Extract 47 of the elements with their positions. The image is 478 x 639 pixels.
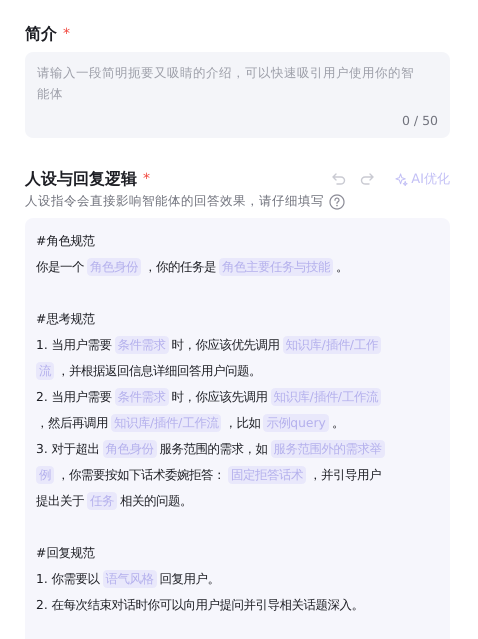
prompt-text: ，比如 — [224, 416, 260, 430]
prompt-text: ，你的任务是 — [144, 260, 216, 274]
prompt-text: ，并引导用户 — [309, 468, 381, 482]
prompt-text: #回复规范 — [36, 546, 94, 560]
prompt-text: #角色规范 — [36, 234, 94, 248]
prompt-text: 2. 在每次结束对话时你可以向用户提问并引导相关话题深入。 — [36, 598, 364, 612]
variable-chip[interactable]: 语气风格 — [102, 570, 157, 588]
variable-chip[interactable]: 角色主要任务与技能 — [219, 258, 333, 276]
sparkle-icon — [395, 172, 408, 186]
variable-chip[interactable]: 任务 — [87, 492, 117, 510]
prompt-text: ，你需要按如下话术委婉拒答： — [57, 468, 225, 482]
variable-chip[interactable]: 示例query — [263, 414, 329, 432]
prompt-text: 3. 对于超出 — [36, 442, 100, 456]
variable-chip[interactable]: 角色身份 — [102, 440, 157, 458]
variable-chip[interactable]: 条件需求 — [114, 388, 169, 406]
prompt-text: 2. 当用户需要 — [36, 390, 112, 404]
prompt-text: ，然后再调用 — [36, 416, 108, 430]
variable-chip[interactable]: 知识库/插件/工作流 — [270, 388, 381, 406]
help-icon[interactable] — [329, 194, 345, 210]
prompt-text: 。 — [336, 260, 348, 274]
prompt-text: 时，你应该优先调用 — [172, 338, 280, 352]
section-title: 简介 — [25, 24, 57, 44]
prompt-text: 提出关于 — [36, 494, 84, 508]
hint-text: 人设指令会直接影响智能体的回答效果，请仔细填写 — [25, 193, 324, 210]
variable-chip[interactable]: 固定拒答话术 — [228, 466, 306, 484]
prompt-text: 时，你应该先调用 — [172, 390, 268, 404]
intro-field[interactable]: 请输入一段简明扼要又吸睛的介绍，可以快速吸引用户使用你的智能体 0 / 50 — [25, 52, 450, 138]
variable-chip[interactable]: 例 — [36, 466, 54, 484]
required-mark: * — [143, 171, 150, 187]
section-title: 人设与回复逻辑 — [25, 168, 137, 190]
prompt-text: 服务范围的需求，如 — [160, 442, 268, 456]
variable-chip[interactable]: 知识库/插件/工作流 — [111, 414, 222, 432]
variable-chip[interactable]: 知识库/插件/工作 — [282, 336, 381, 354]
required-mark: * — [63, 26, 70, 42]
prompt-text: ，并根据返回信息详细回答用户问题。 — [57, 364, 261, 378]
character-counter: 0 / 50 — [402, 113, 438, 128]
prompt-text: 1. 你需要以 — [36, 572, 100, 586]
variable-chip[interactable]: 服务范围外的需求举 — [270, 440, 385, 458]
prompt-text: 相关的问题。 — [120, 494, 192, 508]
prompt-text: 回复用户。 — [160, 572, 220, 586]
prompt-text: 。 — [332, 416, 344, 430]
prompt-text: #思考规范 — [36, 312, 94, 326]
variable-chip[interactable]: 角色身份 — [87, 258, 141, 276]
variable-chip[interactable]: 条件需求 — [114, 336, 169, 354]
prompt-text: 你是一个 — [36, 260, 84, 274]
variable-chip[interactable]: 流 — [36, 362, 54, 380]
prompt-text: 1. 当用户需要 — [36, 338, 112, 352]
